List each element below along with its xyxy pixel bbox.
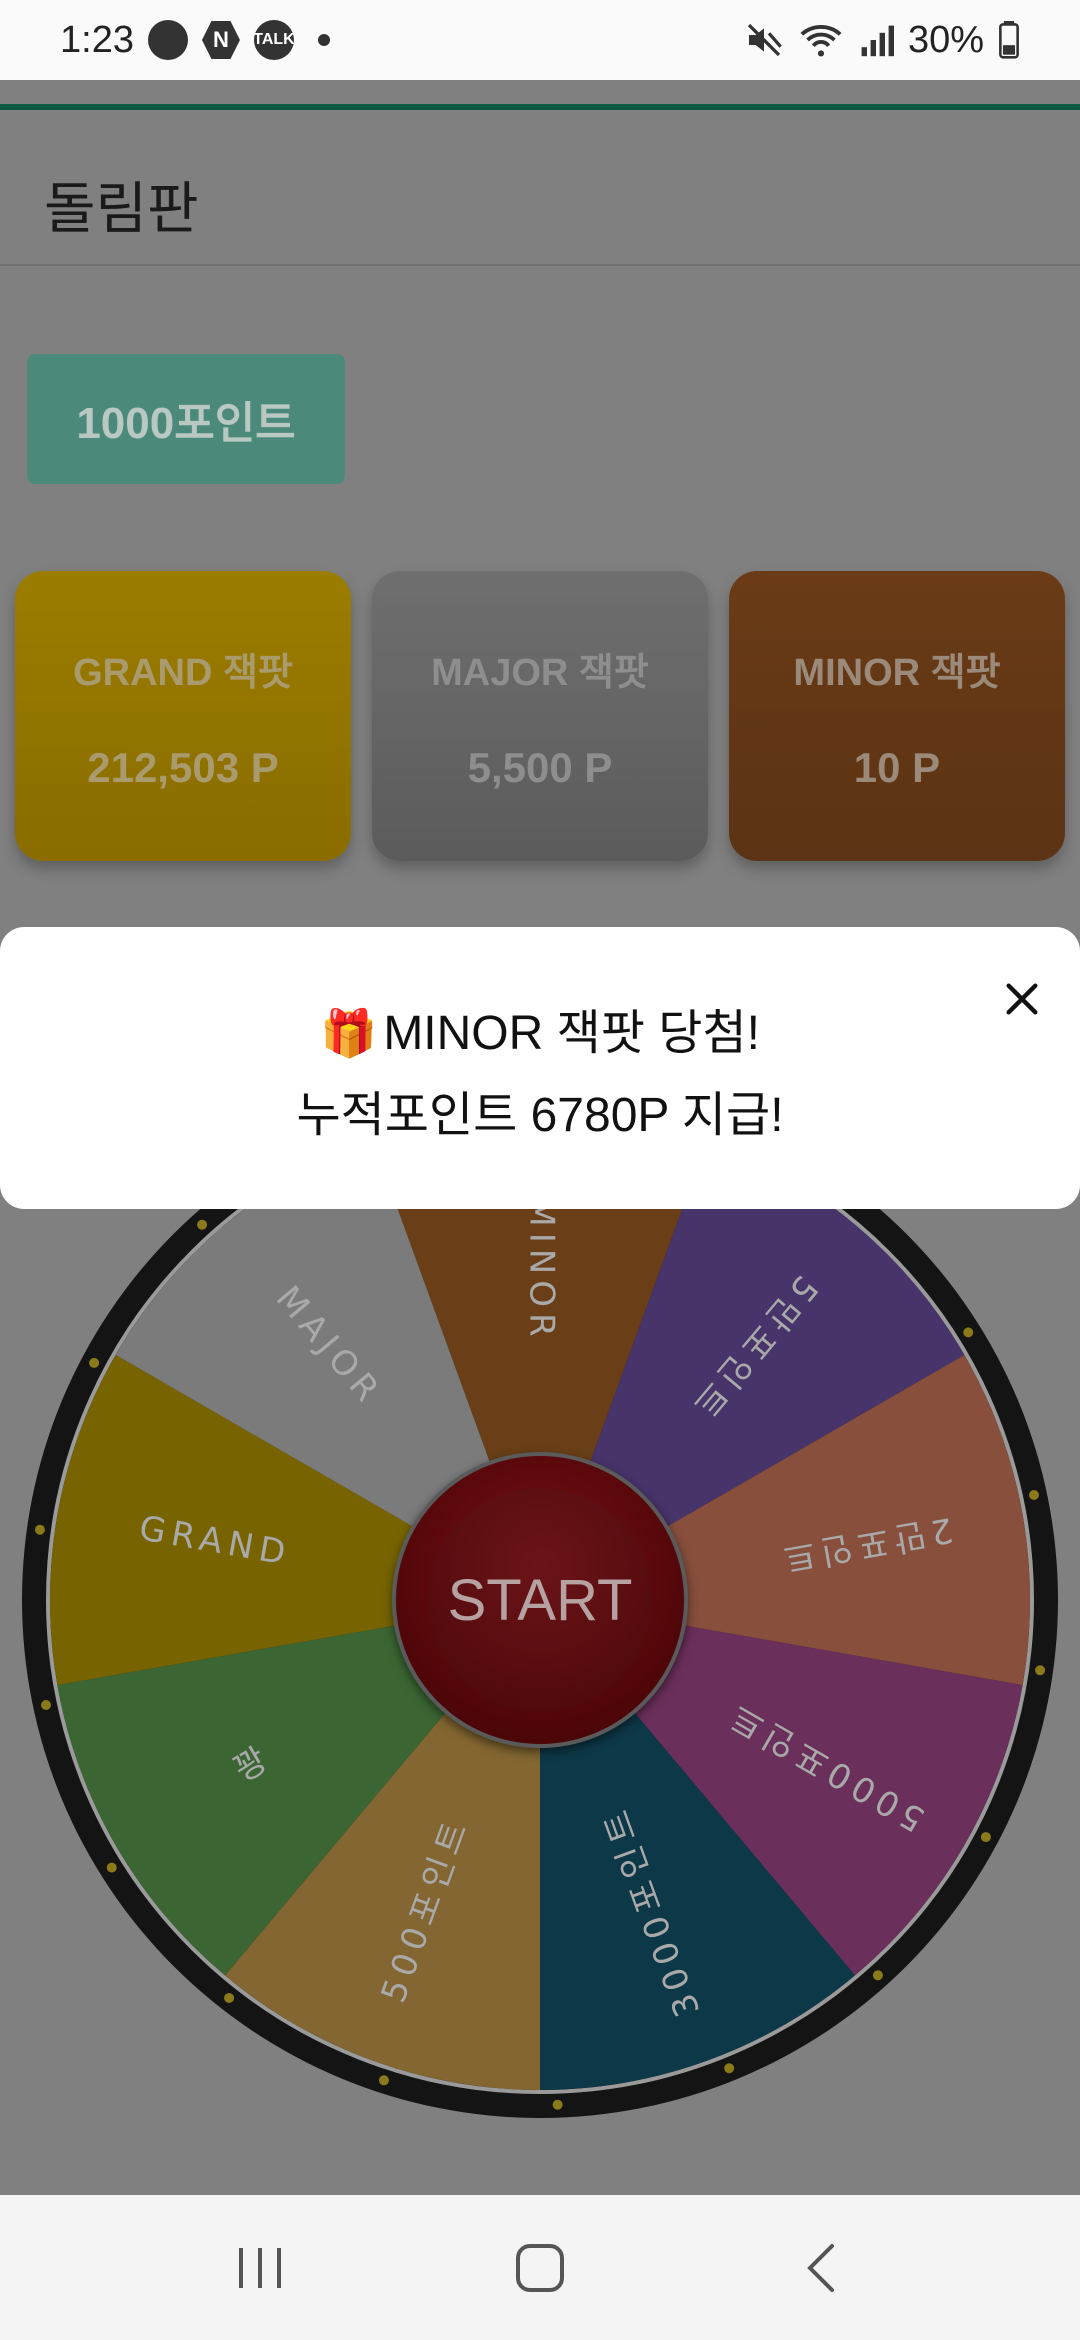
status-time: 1:23: [60, 18, 134, 61]
wheel-rim-light: [34, 1524, 45, 1535]
points-button[interactable]: 1000포인트: [27, 354, 345, 484]
wheel-rim-light: [1028, 1490, 1039, 1501]
home-button[interactable]: [495, 2223, 585, 2313]
recents-icon: [239, 2247, 281, 2288]
major-jackpot-card: MAJOR 잭팟 5,500 P: [372, 571, 708, 861]
wheel-rim-light: [41, 1699, 52, 1710]
page-title: 돌림판: [44, 177, 199, 240]
wheel-rim-light: [963, 1327, 974, 1338]
chat-bubble-icon: [147, 20, 188, 60]
wheel-rim-light: [552, 2099, 563, 2110]
grand-jackpot-value: 212,503 P: [87, 744, 279, 791]
wheel-rim-light: [89, 1357, 100, 1368]
minor-jackpot-title: MINOR 잭팟: [793, 652, 1001, 694]
status-right: 30%: [744, 19, 1020, 62]
battery-percent: 30%: [907, 18, 984, 61]
more-notifications-dot-icon: [317, 34, 330, 46]
wheel-rim-light: [378, 2075, 389, 2086]
status-bar: 1:23 N TALK 30%: [0, 0, 1080, 80]
popup-message-detail: 누적포인트 6780P 지급!: [296, 1089, 784, 1142]
grand-jackpot-title: GRAND 잭팟: [73, 652, 293, 694]
roulette-wheel[interactable]: MINOR 5만포인트 2만포인트 5000포인트 3000포인트 500포인트 꽝 GRAN…: [20, 1080, 1060, 2120]
major-jackpot-title: MAJOR 잭팟: [431, 652, 649, 694]
major-jackpot-value: 5,500 P: [467, 744, 613, 791]
recents-button[interactable]: [215, 2223, 305, 2313]
minor-jackpot-card: MINOR 잭팟 10 P: [729, 571, 1065, 861]
wheel-rim-light: [724, 2063, 735, 2074]
kakaotalk-icon: TALK: [253, 20, 295, 60]
home-icon: [516, 2243, 564, 2292]
wheel-rim-light: [1035, 1665, 1046, 1676]
wheel-rim-light: [224, 1992, 235, 2003]
wheel-rim-light: [980, 1832, 991, 1843]
wheel-segment-label: MINOR: [522, 1197, 562, 1342]
popup-line1-text: MINOR 잭팟 당첨!: [383, 1007, 760, 1060]
minor-jackpot-value: 10 P: [853, 744, 941, 791]
app-header: 돌림판: [0, 110, 1080, 266]
popup-message-title: 🎁 MINOR 잭팟 당첨!: [0, 993, 1080, 1063]
wifi-icon: [800, 25, 842, 57]
back-icon: [807, 2243, 834, 2292]
back-button[interactable]: [775, 2223, 865, 2313]
start-button[interactable]: START: [392, 1452, 688, 1748]
gift-icon: 🎁: [320, 1007, 378, 1059]
system-nav-bar: [0, 2195, 1080, 2340]
signal-icon: [861, 25, 894, 57]
status-left: 1:23 N TALK: [60, 19, 330, 62]
naver-icon: N: [201, 21, 240, 59]
battery-icon: [999, 21, 1019, 59]
wheel-rim-light: [872, 1970, 883, 1981]
jackpot-win-popup: 🎁 MINOR 잭팟 당첨! 누적포인트 6780P 지급!: [0, 927, 1080, 1209]
wheel-rim-light: [106, 1862, 117, 1873]
wheel-rim-light: [197, 1219, 208, 1230]
grand-jackpot-card: GRAND 잭팟 212,503 P: [15, 571, 351, 861]
mute-icon: [747, 23, 782, 57]
start-button-label: START: [428, 1488, 652, 1712]
